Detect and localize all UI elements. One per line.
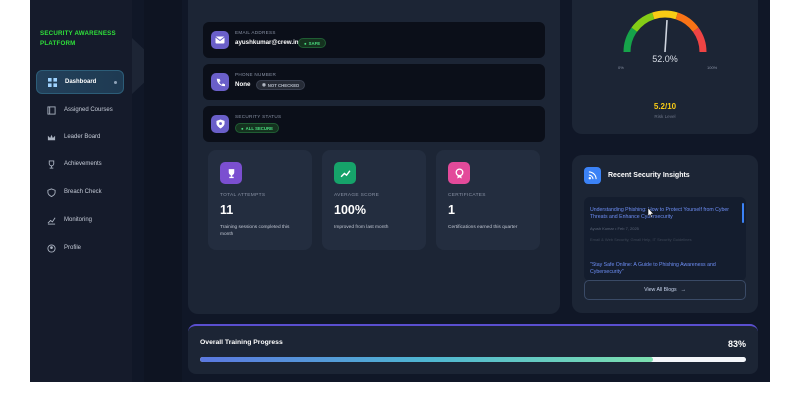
trophy-icon bbox=[220, 162, 242, 184]
sidebar-item-assigned-courses[interactable]: Assigned Courses bbox=[36, 98, 124, 122]
blog-post-link[interactable]: "Stay Safe Online: A Guide to Phishing A… bbox=[590, 262, 740, 275]
training-progress-card: Overall Training Progress 83% bbox=[188, 324, 758, 374]
gauge-max-label: 100% bbox=[707, 65, 718, 70]
list-scrollbar[interactable] bbox=[742, 203, 744, 223]
sidebar: SECURITY AWARENESS PLATFORM Dashboard As… bbox=[30, 0, 132, 382]
stat-label: AVERAGE SCORE bbox=[334, 193, 380, 198]
risk-gauge-card: 52.0% 0% 100% 5.2/10 Risk Level bbox=[572, 0, 758, 134]
stat-label: CERTIFICATES bbox=[448, 193, 486, 198]
security-insights-card: Recent Security Insights Understanding P… bbox=[572, 155, 758, 313]
phone-row: PHONE NUMBER None ◉ NOT CHECKED bbox=[203, 64, 545, 100]
status-dot-icon: ● bbox=[241, 125, 244, 131]
gauge-segment bbox=[675, 12, 699, 32]
grid-icon bbox=[47, 77, 57, 87]
mouse-pointer-icon bbox=[647, 208, 654, 218]
chart-icon bbox=[46, 215, 56, 225]
blog-post-excerpt: Email & Web Security, Gmail Help, IT Sec… bbox=[590, 237, 692, 242]
email-status-badge: ● SAFE bbox=[298, 38, 327, 48]
sidebar-item-dashboard[interactable]: Dashboard bbox=[36, 70, 124, 94]
sidebar-item-label: Achievements bbox=[64, 161, 102, 167]
sidebar-collapse-handle[interactable] bbox=[132, 38, 144, 94]
profile-card: EMAIL ADDRESS ayushkumar@crew.in ● SAFE P… bbox=[188, 0, 560, 314]
sidebar-item-label: Monitoring bbox=[64, 217, 93, 223]
email-label: EMAIL ADDRESS bbox=[235, 30, 276, 35]
stat-card-average-score: AVERAGE SCORE 100% Improved from last mo… bbox=[322, 150, 426, 250]
stat-card-attempts: TOTAL ATTEMPTS 11 Training sessions comp… bbox=[208, 150, 312, 250]
security-status-badge: ● ALL SECURE bbox=[235, 123, 279, 133]
stat-label: TOTAL ATTEMPTS bbox=[220, 193, 266, 198]
trend-icon bbox=[334, 162, 356, 184]
gauge-percent: 52.0% bbox=[652, 54, 678, 64]
gauge-segment bbox=[652, 10, 678, 20]
brand-title: SECURITY AWARENESS PLATFORM bbox=[40, 30, 116, 47]
gauge-segment bbox=[692, 27, 707, 53]
gauge-min-label: 0% bbox=[618, 65, 624, 70]
stat-desc: Training sessions completed this month bbox=[220, 225, 290, 237]
email-value: ayushkumar@crew.in bbox=[235, 39, 299, 46]
book-icon bbox=[46, 105, 56, 115]
gauge-segment bbox=[631, 12, 655, 32]
stat-value: 11 bbox=[220, 203, 234, 217]
stat-desc: Certifications earned this quarter bbox=[448, 225, 518, 230]
phone-status-badge: ◉ NOT CHECKED bbox=[256, 80, 306, 90]
sidebar-item-achievements[interactable]: Achievements bbox=[36, 152, 124, 176]
blog-post-meta: Ayush Kumar • Feb 7, 2025 bbox=[590, 226, 639, 231]
active-dot bbox=[114, 81, 117, 84]
sidebar-item-label: Dashboard bbox=[65, 79, 97, 85]
insights-list[interactable]: Understanding Phishing: How to Protect Y… bbox=[584, 197, 746, 281]
info-small-icon: ◉ bbox=[262, 82, 266, 87]
sidebar-item-breach-check[interactable]: Breach Check bbox=[36, 180, 124, 204]
mail-icon bbox=[211, 31, 229, 49]
sidebar-item-label: Breach Check bbox=[64, 189, 102, 195]
status-dot-icon: ● bbox=[304, 40, 307, 46]
progress-title: Overall Training Progress bbox=[200, 339, 283, 346]
stat-desc: Improved from last month bbox=[334, 225, 389, 230]
sidebar-item-label: Assigned Courses bbox=[64, 107, 113, 113]
insights-title: Recent Security Insights bbox=[608, 172, 690, 179]
sidebar-item-label: Leader Board bbox=[64, 134, 101, 140]
badge-icon bbox=[448, 162, 470, 184]
security-label: SECURITY STATUS bbox=[235, 114, 282, 119]
progress-percent: 83% bbox=[727, 339, 746, 349]
risk-score-label: Risk Level bbox=[654, 114, 676, 119]
sidebar-item-leader-board[interactable]: Leader Board bbox=[36, 125, 124, 149]
gauge-needle bbox=[664, 20, 668, 53]
progress-track bbox=[200, 357, 746, 362]
app-frame: SECURITY AWARENESS PLATFORM Dashboard As… bbox=[30, 0, 770, 382]
gutter bbox=[144, 0, 182, 382]
crown-icon bbox=[46, 132, 56, 142]
trophy-icon bbox=[46, 159, 56, 169]
stat-value: 1 bbox=[448, 203, 455, 217]
gauge-segment bbox=[623, 27, 638, 53]
security-row: SECURITY STATUS ● ALL SECURE bbox=[203, 106, 545, 142]
phone-icon bbox=[211, 73, 229, 91]
rss-icon bbox=[584, 167, 601, 184]
shield-icon bbox=[46, 187, 56, 197]
arrow-right-icon: → bbox=[680, 287, 686, 293]
phone-value: None bbox=[235, 81, 251, 88]
sidebar-item-label: Profile bbox=[64, 245, 82, 251]
stat-value: 100% bbox=[334, 203, 366, 217]
blog-post-link[interactable]: Understanding Phishing: How to Protect Y… bbox=[590, 207, 740, 220]
email-row: EMAIL ADDRESS ayushkumar@crew.in ● SAFE bbox=[203, 22, 545, 58]
sidebar-item-monitoring[interactable]: Monitoring bbox=[36, 208, 124, 232]
stat-card-certificates: CERTIFICATES 1 Certifications earned thi… bbox=[436, 150, 540, 250]
risk-score: 5.2/10 bbox=[653, 102, 677, 111]
phone-label: PHONE NUMBER bbox=[235, 72, 277, 77]
user-icon bbox=[46, 243, 56, 253]
button-label: View All Blogs bbox=[644, 287, 677, 293]
progress-fill bbox=[200, 357, 654, 362]
sidebar-item-profile[interactable]: Profile bbox=[36, 236, 124, 260]
shield-check-icon bbox=[211, 115, 229, 133]
view-all-blogs-button[interactable]: View All Blogs → bbox=[584, 280, 746, 300]
